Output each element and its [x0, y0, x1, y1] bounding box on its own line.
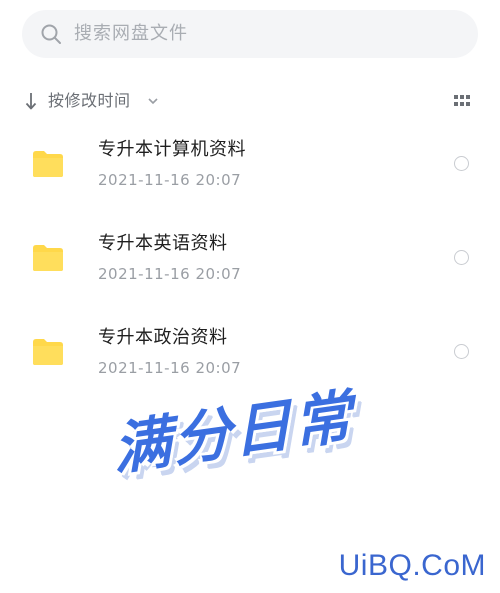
grid-view-icon[interactable]: [454, 95, 470, 107]
folder-icon: [33, 245, 63, 271]
overlay-stamp: 满分日常: [112, 380, 382, 498]
file-name: 专升本英语资料: [98, 233, 228, 254]
folder-icon: [33, 151, 63, 177]
folder-icon: [33, 339, 63, 365]
sort-button[interactable]: 按修改时间: [48, 90, 131, 112]
file-modified-time: 2021-11-16 20:07: [98, 359, 242, 377]
sort-row: 按修改时间: [24, 90, 476, 112]
chevron-down-icon[interactable]: [148, 96, 158, 106]
search-placeholder[interactable]: 搜索网盘文件: [74, 23, 188, 45]
file-modified-time: 2021-11-16 20:07: [98, 171, 242, 189]
list-item[interactable]: 专升本英语资料 2021-11-16 20:07: [0, 224, 500, 304]
file-name: 专升本政治资料: [98, 327, 228, 348]
search-bar[interactable]: 搜索网盘文件: [22, 10, 478, 58]
watermark: UiBQ.CoM: [338, 549, 486, 582]
list-item[interactable]: 专升本计算机资料 2021-11-16 20:07: [0, 130, 500, 210]
radio-circle-icon[interactable]: [454, 250, 469, 265]
radio-circle-icon[interactable]: [454, 156, 469, 171]
list-item[interactable]: 专升本政治资料 2021-11-16 20:07: [0, 318, 500, 398]
arrow-down-icon[interactable]: [24, 91, 38, 111]
file-modified-time: 2021-11-16 20:07: [98, 265, 242, 283]
file-name: 专升本计算机资料: [98, 139, 246, 160]
search-icon: [41, 24, 61, 44]
radio-circle-icon[interactable]: [454, 344, 469, 359]
